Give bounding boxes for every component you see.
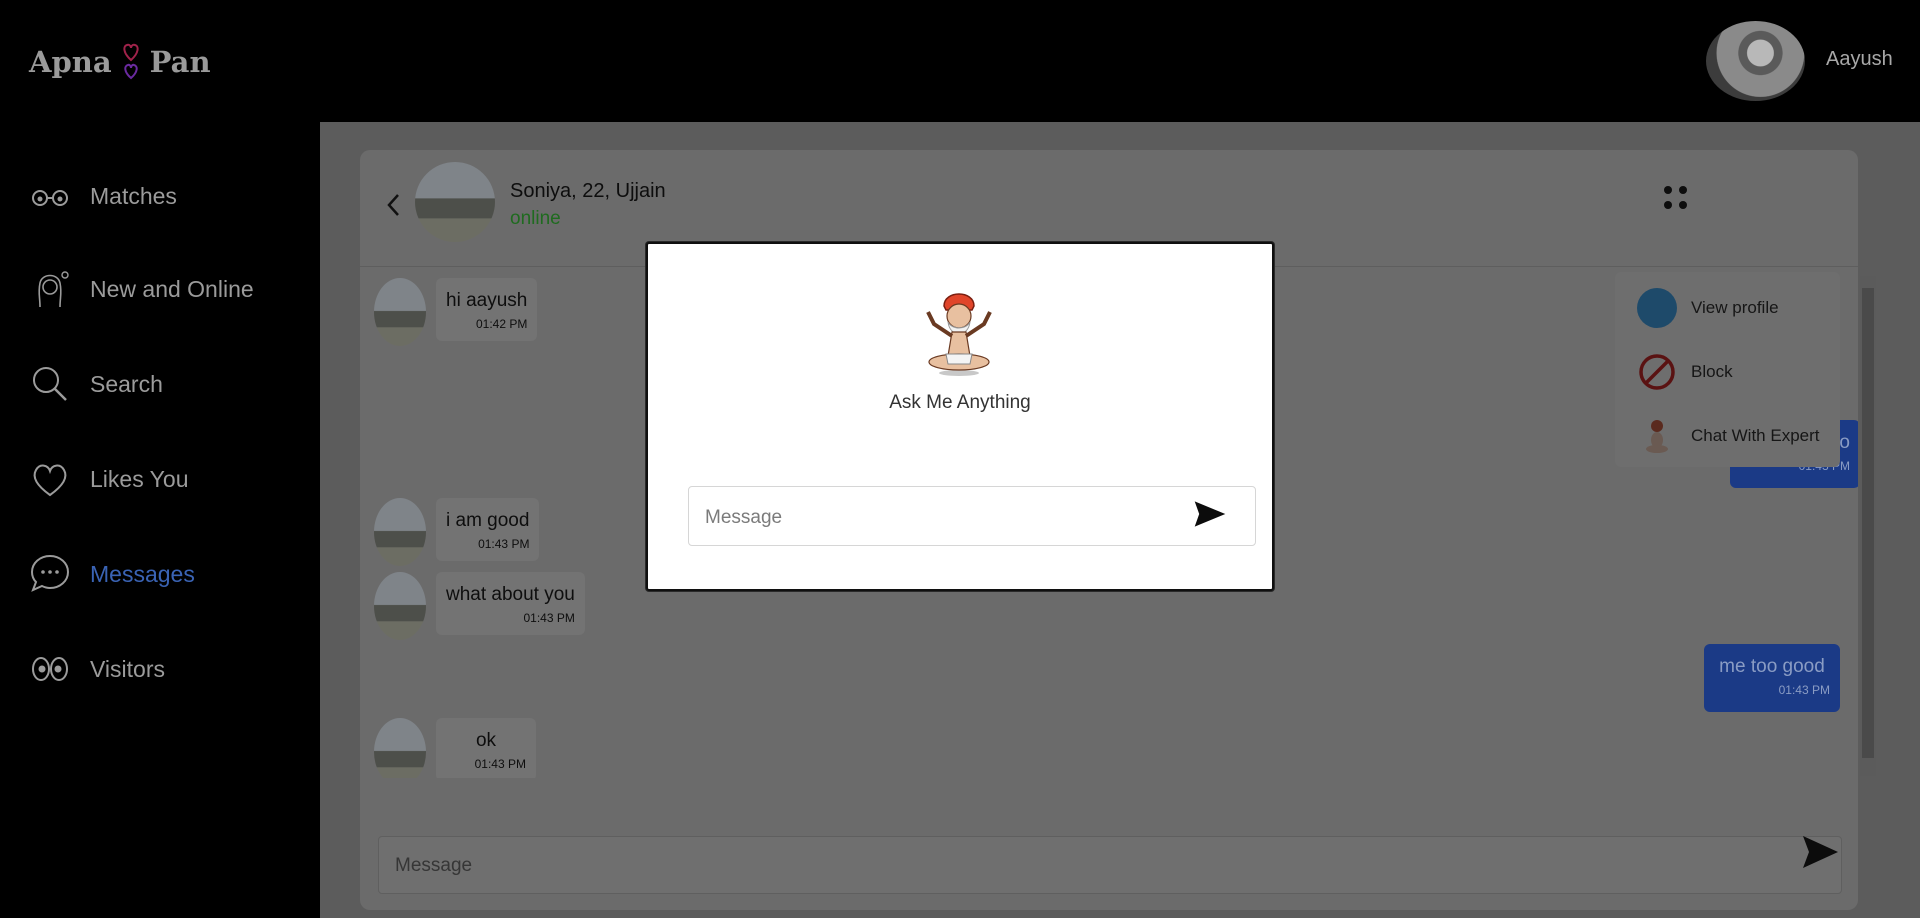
sidebar-item-label: Messages [90,560,195,587]
woman-face-icon [38,271,69,308]
chat-bubble-icon [30,554,70,592]
guru-icon [1646,420,1668,453]
glasses-eyes-icon [32,190,68,206]
contact-avatar[interactable] [415,162,495,242]
send-icon[interactable] [1800,832,1840,872]
messages-scrollbar[interactable] [1860,276,1876,776]
app-header: Apna Pan Aayush [0,0,1920,122]
menu-dots-icon[interactable] [1664,186,1688,210]
logo-text-right: Pan [149,45,211,79]
menu-item-chat-with-expert[interactable]: Chat With Expert [1637,416,1820,456]
back-arrow-icon[interactable] [382,190,406,220]
sidebar: Matches New and Online Search Likes You … [0,122,320,918]
message-bubble: i am good 01:43 PM [436,498,540,561]
expert-message-input[interactable]: Message [688,486,1256,546]
modal-title: Ask Me Anything [889,392,1031,413]
sidebar-item-label: Visitors [90,655,165,682]
user-name[interactable]: Aayush [1826,48,1893,71]
sidebar-item-search[interactable]: Search [28,362,163,406]
ask-me-anything-modal: Ask Me Anything Message [646,242,1274,591]
sidebar-item-messages[interactable]: Messages [28,552,195,596]
eyes-icon [32,657,68,681]
expert-message-placeholder: Message [705,507,783,528]
message-incoming: hi aayush 01:42 PM [374,278,538,346]
message-bubble: ok 01:43 PM [436,718,536,778]
logo-hearts-icon [116,40,146,84]
sidebar-item-likes-you[interactable]: Likes You [28,457,188,501]
message-time: 01:43 PM [523,611,575,625]
user-icon [1637,288,1677,328]
sidebar-item-label: New and Online [90,275,254,302]
send-icon[interactable] [1192,496,1228,532]
message-outgoing: me too good 01:43 PM [1704,644,1840,712]
guru-mascot-icon [926,293,992,376]
menu-item-label: Block [1691,362,1733,381]
chat-options-menu: View profile Block Chat With Expert [1615,272,1840,467]
contact-status: online [510,208,561,229]
sender-avatar [374,572,426,640]
app-logo[interactable]: Apna Pan [29,40,211,84]
sender-avatar [374,718,426,778]
heart-icon [33,464,67,497]
scrollbar-thumb[interactable] [1862,288,1874,758]
message-text: ok [475,730,497,751]
contact-name: Soniya, 22, Ujjain [510,180,666,202]
message-input[interactable]: Message [378,836,1842,894]
message-time: 01:42 PM [475,317,528,331]
message-text: me too good [1719,656,1825,677]
user-avatar[interactable] [1706,21,1805,101]
sidebar-item-label: Search [90,370,163,397]
message-text: hi aayush [446,290,528,311]
message-text: what about you [446,584,575,605]
message-time: 01:43 PM [1778,683,1830,697]
search-icon [33,367,67,401]
message-incoming: ok 01:43 PM [374,718,536,778]
logo-text-left: Apna [29,45,112,79]
message-time: 01:43 PM [478,537,530,551]
menu-item-label: Chat With Expert [1691,426,1820,445]
menu-item-label: View profile [1691,298,1779,317]
message-text: i am good [446,510,530,531]
message-bubble: hi aayush 01:42 PM [436,278,538,341]
menu-item-block[interactable]: Block [1637,352,1733,392]
sender-avatar [374,498,426,566]
message-input-placeholder: Message [395,855,473,876]
sidebar-item-label: Matches [90,182,177,209]
message-time: 01:43 PM [474,757,526,771]
sidebar-item-visitors[interactable]: Visitors [28,647,165,691]
sidebar-item-new-and-online[interactable]: New and Online [28,267,254,311]
message-bubble: what about you 01:43 PM [436,572,585,635]
sender-avatar [374,278,426,346]
menu-item-view-profile[interactable]: View profile [1637,288,1779,328]
sidebar-item-label: Likes You [90,465,189,492]
block-icon [1639,354,1675,390]
message-incoming: what about you 01:43 PM [374,572,585,640]
sidebar-item-matches[interactable]: Matches [28,174,177,218]
message-incoming: i am good 01:43 PM [374,498,540,566]
